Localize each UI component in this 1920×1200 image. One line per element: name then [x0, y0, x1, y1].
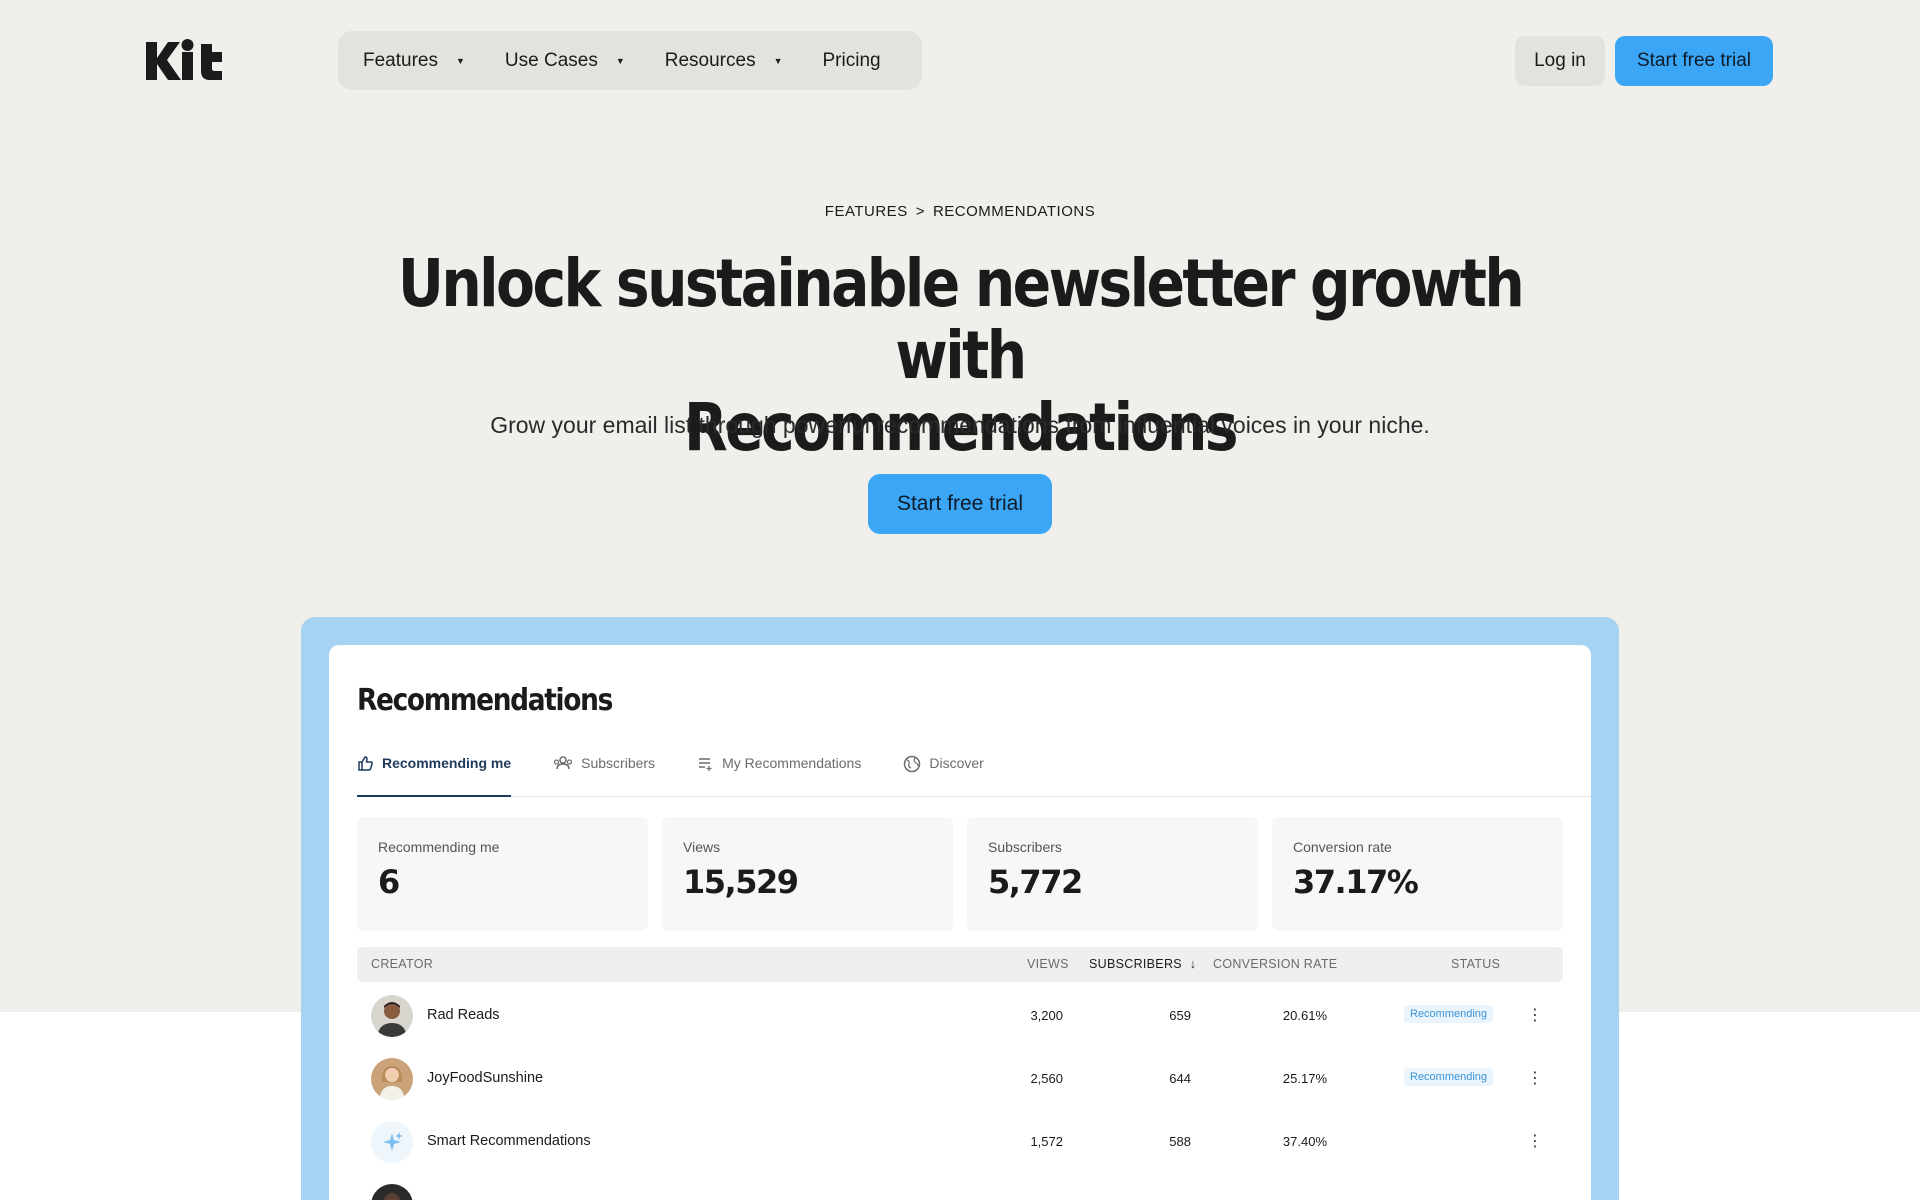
avatar: [371, 1184, 413, 1200]
subscribers-value: 588: [1169, 1134, 1191, 1149]
panel-title: Recommendations: [357, 683, 613, 718]
caret-down-icon: ▼: [455, 55, 465, 66]
stat-card-views: Views 15,529: [662, 817, 953, 931]
login-button[interactable]: Log in: [1515, 36, 1605, 86]
main-menu: Features ▼ Use Cases ▼ Resources ▼ Prici…: [338, 31, 922, 90]
nav-item-label: Resources: [664, 49, 756, 71]
tab-my-recommendations[interactable]: My Recommendations: [697, 753, 861, 797]
stats-row: Recommending me 6 Views 15,529 Subscribe…: [357, 817, 1577, 931]
tab-label: Recommending me: [382, 755, 512, 771]
column-header-subscribers[interactable]: SUBSCRIBERS ↓: [1089, 957, 1196, 971]
nav-item-label: Features: [363, 49, 438, 71]
tab-label: My Recommendations: [722, 755, 862, 771]
conversion-value: 25.17%: [1282, 1071, 1327, 1086]
stat-label: Recommending me: [378, 839, 500, 855]
more-options-icon[interactable]: ⋮: [1527, 1005, 1543, 1025]
avatar: [371, 995, 413, 1037]
headline-line-1: Unlock sustainable newsletter growth wit…: [397, 245, 1525, 394]
breadcrumb: FEATURES > RECOMMENDATIONS: [0, 203, 1920, 220]
more-options-icon[interactable]: ⋮: [1527, 1068, 1543, 1088]
column-header-label: SUBSCRIBERS: [1089, 957, 1182, 971]
breadcrumb-features[interactable]: FEATURES: [825, 203, 908, 220]
kit-logo[interactable]: [146, 38, 238, 84]
nav-item-use-cases[interactable]: Use Cases ▼: [505, 50, 625, 72]
thumbs-up-icon: [358, 756, 373, 771]
nav-item-features[interactable]: Features ▼: [363, 50, 465, 72]
column-header-creator[interactable]: CREATOR: [371, 957, 433, 971]
nav-item-resources[interactable]: Resources ▼: [665, 50, 783, 72]
stat-label: Conversion rate: [1293, 839, 1392, 855]
more-options-icon[interactable]: ⋮: [1527, 1131, 1543, 1151]
globe-icon: [904, 755, 921, 773]
avatar: [371, 1058, 413, 1100]
arrow-down-icon: ↓: [1189, 957, 1197, 971]
conversion-value: 20.61%: [1282, 1008, 1327, 1023]
breadcrumb-recommendations: RECOMMENDATIONS: [932, 203, 1096, 220]
page-subheading: Grow your email list through powerful re…: [490, 412, 1430, 438]
views-value: 1,572: [1030, 1134, 1063, 1149]
creator-name: Rad Reads: [427, 1007, 500, 1023]
tab-discover[interactable]: Discover: [903, 753, 984, 797]
list-icon: [699, 758, 712, 771]
table-row[interactable]: Rad Reads 3,200 659 20.61% Recommending …: [357, 985, 1563, 1047]
breadcrumb-separator: >: [915, 203, 925, 220]
column-header-views[interactable]: VIEWS: [1027, 957, 1069, 971]
top-nav: Features ▼ Use Cases ▼ Resources ▼ Prici…: [0, 0, 1920, 122]
stat-value: 15,529: [683, 863, 799, 901]
nav-item-pricing[interactable]: Pricing: [823, 50, 881, 72]
tab-label: Discover: [929, 755, 984, 771]
caret-down-icon: ▼: [773, 55, 783, 66]
stat-label: Subscribers: [988, 839, 1062, 855]
stat-card-recommending-me: Recommending me 6: [357, 817, 648, 931]
stat-label: Views: [683, 839, 721, 855]
hero-start-trial-button[interactable]: Start free trial: [868, 474, 1052, 534]
creator-name: Smart Recommendations: [427, 1133, 591, 1149]
recommendations-panel: Recommendations Recommending me Subscrib…: [329, 645, 1591, 1200]
nav-item-label: Pricing: [822, 49, 881, 71]
tab-recommending-me[interactable]: Recommending me: [357, 753, 512, 797]
tab-label: Subscribers: [581, 755, 656, 771]
stat-value: 37.17%: [1293, 863, 1419, 901]
subscribers-value: 644: [1169, 1071, 1191, 1086]
stat-value: 5,772: [988, 863, 1083, 901]
table-row[interactable]: Smart Recommendations 1,572 588 37.40% ⋮: [357, 1111, 1563, 1173]
stat-card-conversion-rate: Conversion rate 37.17%: [1272, 817, 1563, 931]
views-value: 3,200: [1030, 1008, 1063, 1023]
stat-value: 6: [378, 863, 400, 901]
tab-bar: Recommending me Subscribers My Recommend…: [357, 753, 1591, 797]
table-row[interactable]: [357, 1174, 1563, 1200]
column-header-status[interactable]: STATUS: [1451, 957, 1500, 971]
start-trial-button[interactable]: Start free trial: [1615, 36, 1773, 86]
column-header-conversion-rate[interactable]: CONVERSION RATE: [1213, 957, 1337, 971]
conversion-value: 37.40%: [1282, 1134, 1327, 1149]
table-row[interactable]: JoyFoodSunshine 2,560 644 25.17% Recomme…: [357, 1048, 1563, 1110]
sparkle-icon: [371, 1121, 413, 1163]
status-badge: Recommending: [1404, 1005, 1494, 1023]
caret-down-icon: ▼: [615, 55, 625, 66]
nav-item-label: Use Cases: [504, 49, 598, 71]
tab-subscribers[interactable]: Subscribers: [553, 753, 655, 797]
stat-card-subscribers: Subscribers 5,772: [967, 817, 1258, 931]
avatar: [371, 1121, 413, 1163]
users-icon: [554, 756, 573, 770]
creator-name: JoyFoodSunshine: [427, 1070, 544, 1086]
table-header: CREATOR VIEWS SUBSCRIBERS ↓ CONVERSION R…: [357, 947, 1563, 982]
views-value: 2,560: [1030, 1071, 1063, 1086]
status-badge: Recommending: [1404, 1068, 1494, 1086]
subscribers-value: 659: [1169, 1008, 1191, 1023]
